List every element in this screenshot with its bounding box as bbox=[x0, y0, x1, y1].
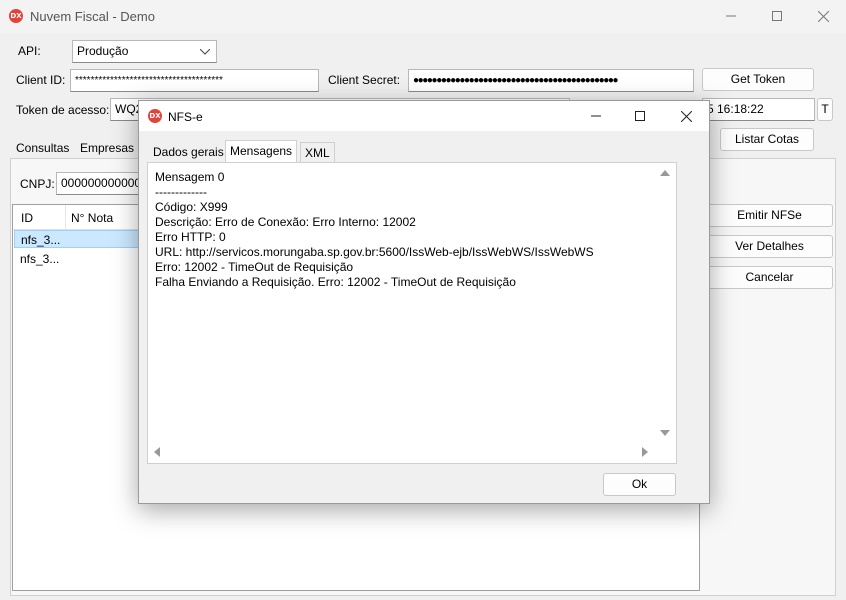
title-bar: DX Nuvem Fiscal - Demo bbox=[0, 0, 846, 33]
dialog-title: NFS-e bbox=[168, 110, 203, 124]
scroll-down-icon[interactable] bbox=[660, 430, 670, 436]
column-header-nota[interactable]: N° Nota bbox=[71, 211, 113, 225]
messages-text: Mensagem 0 ------------- Código: X999 De… bbox=[155, 170, 655, 290]
api-select[interactable]: Produção bbox=[72, 40, 217, 63]
vertical-scrollbar[interactable] bbox=[656, 163, 674, 443]
dialog-minimize-button[interactable] bbox=[573, 101, 619, 131]
message-line: Erro HTTP: 0 bbox=[155, 230, 226, 244]
ok-button[interactable]: Ok bbox=[603, 473, 676, 496]
tab-consultas[interactable]: Consultas bbox=[12, 138, 73, 158]
scroll-up-icon[interactable] bbox=[660, 170, 670, 176]
messages-memo[interactable]: Mensagem 0 ------------- Código: X999 De… bbox=[147, 162, 677, 464]
minimize-button[interactable] bbox=[708, 0, 754, 32]
message-line: Erro: 12002 - TimeOut de Requisição bbox=[155, 260, 354, 274]
close-icon bbox=[680, 110, 692, 122]
nfse-dialog: DX NFS-e Dados gerais Mensagens XML Mens… bbox=[138, 100, 710, 504]
tab-empresas[interactable]: Empresas bbox=[76, 138, 138, 158]
tab-xml[interactable]: XML bbox=[300, 142, 335, 162]
scroll-left-icon[interactable] bbox=[154, 447, 160, 457]
message-line: Falha Enviando a Requisição. Erro: 12002… bbox=[155, 275, 516, 289]
emitir-nfse-button[interactable]: Emitir NFSe bbox=[706, 204, 833, 227]
maximize-icon bbox=[772, 11, 782, 21]
tab-dados-gerais[interactable]: Dados gerais bbox=[149, 142, 228, 162]
app-icon: DX bbox=[9, 9, 23, 23]
column-divider bbox=[65, 205, 66, 229]
column-header-id[interactable]: ID bbox=[21, 211, 33, 225]
api-select-value: Produção bbox=[77, 44, 129, 58]
dialog-maximize-button[interactable] bbox=[617, 101, 663, 131]
minimize-icon bbox=[591, 115, 601, 117]
tab-mensagens[interactable]: Mensagens bbox=[225, 140, 298, 163]
window-title: Nuvem Fiscal - Demo bbox=[30, 9, 155, 24]
chevron-down-icon bbox=[200, 49, 210, 55]
message-line: Código: X999 bbox=[155, 200, 228, 214]
token-expiry-field: 5 16:18:22 bbox=[702, 98, 815, 121]
message-line: ------------- bbox=[155, 185, 207, 199]
client-id-label: Client ID: bbox=[16, 73, 66, 87]
cancelar-button[interactable]: Cancelar bbox=[706, 266, 833, 289]
message-line: Descrição: Erro de Conexão: Erro Interno… bbox=[155, 215, 416, 229]
client-secret-input[interactable]: ●●●●●●●●●●●●●●●●●●●●●●●●●●●●●●●●●●●●●●●●… bbox=[408, 69, 694, 92]
cnpj-label: CNPJ: bbox=[20, 177, 55, 191]
token-label: Token de acesso: bbox=[16, 103, 110, 117]
dialog-close-button[interactable] bbox=[663, 101, 709, 131]
dialog-title-bar: DX NFS-e bbox=[139, 101, 709, 131]
close-icon bbox=[817, 10, 829, 22]
api-label: API: bbox=[18, 44, 41, 58]
horizontal-scrollbar[interactable] bbox=[148, 443, 656, 461]
minimize-icon bbox=[726, 15, 736, 17]
listar-cotas-button[interactable]: Listar Cotas bbox=[720, 128, 814, 151]
message-line: URL: http://servicos.morungaba.sp.gov.br… bbox=[155, 245, 594, 259]
row-id-cell: nfs_3... bbox=[20, 252, 60, 266]
message-line: Mensagem 0 bbox=[155, 170, 225, 184]
close-button[interactable] bbox=[800, 0, 846, 32]
row-id-cell: nfs_3... bbox=[21, 233, 61, 247]
t-button[interactable]: T bbox=[817, 98, 833, 121]
maximize-button[interactable] bbox=[754, 0, 800, 32]
maximize-icon bbox=[635, 111, 645, 121]
scroll-right-icon[interactable] bbox=[642, 447, 648, 457]
client-secret-label: Client Secret: bbox=[328, 73, 401, 87]
client-id-input[interactable]: ************************************** bbox=[70, 69, 319, 92]
table-row[interactable]: nfs_3... bbox=[14, 230, 144, 248]
dialog-app-icon: DX bbox=[148, 109, 162, 123]
get-token-button[interactable]: Get Token bbox=[702, 68, 814, 91]
table-row[interactable]: nfs_3... bbox=[14, 250, 144, 268]
ver-detalhes-button[interactable]: Ver Detalhes bbox=[706, 235, 833, 258]
